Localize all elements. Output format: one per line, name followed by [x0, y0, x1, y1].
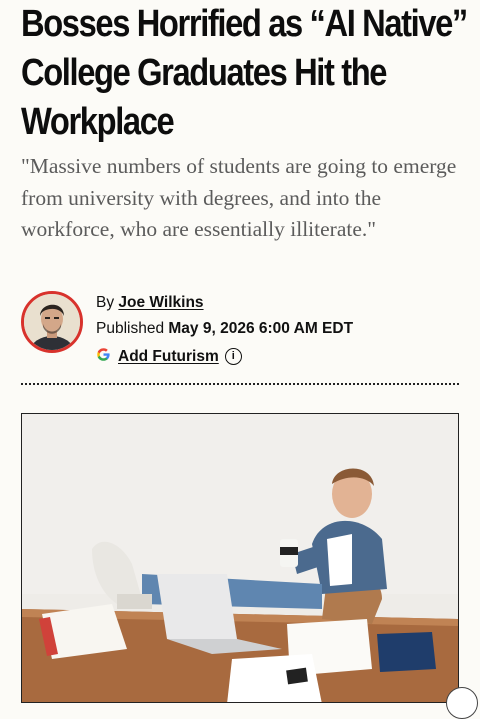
hero-image[interactable]	[21, 413, 459, 703]
byline: By Joe Wilkins	[96, 294, 204, 312]
published-date: Published May 9, 2026 6:00 AM EDT	[96, 320, 353, 338]
author-link[interactable]: Joe Wilkins	[118, 294, 203, 311]
info-icon[interactable]: i	[224, 348, 242, 365]
avatar-portrait	[24, 294, 80, 350]
section-divider	[21, 383, 459, 385]
hero-illustration	[22, 414, 458, 702]
add-futurism-row: Add Futurism i	[96, 347, 242, 366]
add-futurism-link[interactable]: Add Futurism	[118, 348, 219, 366]
google-g-icon	[96, 347, 111, 366]
byline-prefix: By	[96, 294, 115, 311]
floating-action-button[interactable]	[446, 687, 478, 719]
article-headline: Bosses Horrified as “AI Native” College …	[21, 3, 468, 143]
published-datetime: May 9, 2026 6:00 AM EDT	[168, 320, 354, 337]
published-prefix: Published	[96, 320, 165, 337]
article-dek: "Massive numbers of students are going t…	[21, 154, 457, 241]
author-avatar[interactable]	[21, 291, 83, 353]
